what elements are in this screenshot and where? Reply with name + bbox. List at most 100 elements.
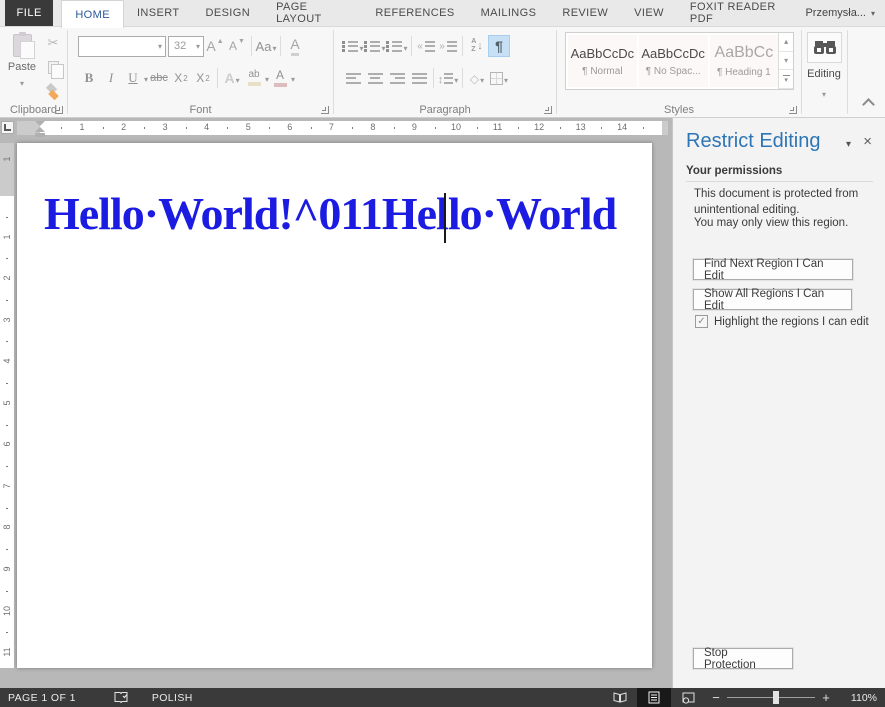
show-hide-formatting-button[interactable]: ¶ xyxy=(488,35,510,57)
proofing-button[interactable] xyxy=(114,691,128,704)
styles-scroll-up-button[interactable] xyxy=(779,33,793,52)
ruler-number: 2 xyxy=(121,122,126,132)
tab-insert[interactable]: INSERT xyxy=(124,0,193,26)
ruler-number: 8 xyxy=(370,122,375,132)
style-heading-1[interactable]: AaBbCc ¶ Heading 1 xyxy=(710,35,779,87)
left-indent-marker[interactable] xyxy=(35,133,45,137)
chevron-down-icon[interactable] xyxy=(822,84,826,101)
align-left-button[interactable] xyxy=(342,67,364,89)
styles-scroll-down-button[interactable] xyxy=(779,52,793,71)
status-bar: PAGE 1 OF 1 POLISH − xyxy=(0,688,885,707)
strikethrough-button[interactable]: abc xyxy=(148,67,170,89)
ruler-number: 4 xyxy=(2,354,12,368)
zoom-out-button[interactable]: − xyxy=(705,690,727,705)
font-dialog-launcher-icon[interactable] xyxy=(321,106,329,114)
chevron-down-icon[interactable] xyxy=(291,69,295,87)
show-all-regions-button[interactable]: Show All Regions I Can Edit xyxy=(693,289,852,310)
style-normal[interactable]: AaBbCcDc ¶ Normal xyxy=(568,35,637,87)
zoom-level[interactable]: 110% xyxy=(837,692,877,704)
highlight-color-button[interactable]: ab xyxy=(243,67,265,89)
pane-options-icon[interactable] xyxy=(846,138,851,150)
align-center-button[interactable] xyxy=(364,67,386,89)
italic-button[interactable]: I xyxy=(100,67,122,89)
web-layout-button[interactable] xyxy=(671,688,705,707)
underline-button[interactable]: U xyxy=(122,67,144,89)
font-size-combo[interactable]: 32 xyxy=(168,36,204,57)
ruler-number: 13 xyxy=(576,122,586,132)
v-ruler[interactable]: 11234567891011 xyxy=(0,143,14,668)
highlight-regions-checkbox[interactable] xyxy=(695,315,708,328)
change-case-button[interactable]: Aa xyxy=(255,35,277,57)
subscript-button[interactable]: X2 xyxy=(170,67,192,89)
group-paragraph: « » AZ↓ ¶ Paragraph xyxy=(334,27,556,118)
copy-button[interactable] xyxy=(42,56,64,78)
chevron-down-icon[interactable] xyxy=(20,73,24,91)
proofing-book-icon xyxy=(114,691,128,704)
shrink-font-button[interactable]: A▼ xyxy=(226,35,248,57)
font-color-button[interactable]: A xyxy=(269,67,291,89)
hanging-indent-marker[interactable] xyxy=(35,127,45,132)
increase-indent-button[interactable]: » xyxy=(437,35,459,57)
print-layout-button[interactable] xyxy=(637,688,671,707)
sort-button[interactable]: AZ↓ xyxy=(466,35,488,57)
bullets-button[interactable] xyxy=(342,35,364,57)
line-spacing-button[interactable] xyxy=(437,67,459,89)
align-right-button[interactable] xyxy=(386,67,408,89)
superscript-button[interactable]: X2 xyxy=(192,67,214,89)
stop-protection-button[interactable]: Stop Protection xyxy=(693,648,793,669)
styles-dialog-launcher-icon[interactable] xyxy=(789,106,797,114)
pane-close-icon[interactable] xyxy=(863,133,872,150)
style-no-spacing[interactable]: AaBbCcDc ¶ No Spac... xyxy=(639,35,708,87)
document-page[interactable]: Hello·World!^011Hello·World xyxy=(17,143,652,668)
tab-foxit-reader-pdf[interactable]: FOXIT READER PDF xyxy=(677,0,806,26)
tab-view[interactable]: VIEW xyxy=(621,0,677,26)
language-indicator[interactable]: POLISH xyxy=(152,692,193,704)
styles-more-button[interactable] xyxy=(779,70,793,89)
view-region-text: You may only view this region. xyxy=(694,217,879,229)
user-account-menu[interactable]: Przemysła... xyxy=(805,0,875,26)
paragraph-group-label: Paragraph xyxy=(334,104,556,116)
text-effects-button[interactable]: A xyxy=(221,67,243,89)
clipboard-dialog-launcher-icon[interactable] xyxy=(55,106,63,114)
cut-button[interactable] xyxy=(42,32,64,54)
bold-button[interactable]: B xyxy=(78,67,100,89)
tab-stop-selector[interactable] xyxy=(1,121,14,134)
tab-references[interactable]: REFERENCES xyxy=(362,0,467,26)
read-mode-button[interactable] xyxy=(603,688,637,707)
borders-button[interactable] xyxy=(488,67,510,89)
ruler-number: 9 xyxy=(2,562,12,576)
shading-icon xyxy=(470,71,479,86)
tab-page-layout[interactable]: PAGE LAYOUT xyxy=(263,0,362,26)
change-case-icon: Aa xyxy=(256,39,272,54)
zoom-slider-thumb[interactable] xyxy=(773,691,779,704)
multilevel-list-button[interactable] xyxy=(386,35,408,57)
tab-mailings[interactable]: MAILINGS xyxy=(468,0,550,26)
tab-review[interactable]: REVIEW xyxy=(549,0,621,26)
tab-file[interactable]: FILE xyxy=(5,0,53,26)
decrease-indent-button[interactable]: « xyxy=(415,35,437,57)
collapse-ribbon-icon[interactable] xyxy=(862,98,875,111)
editing-button[interactable] xyxy=(807,32,842,63)
paste-button[interactable]: Paste xyxy=(6,32,38,108)
ruler-number: 9 xyxy=(412,122,417,132)
grow-font-button[interactable]: A▲ xyxy=(204,35,226,57)
zoom-slider[interactable] xyxy=(727,688,815,707)
chevron-down-icon[interactable] xyxy=(158,40,162,52)
tab-home[interactable]: HOME xyxy=(61,0,124,28)
font-name-combo[interactable] xyxy=(78,36,166,57)
page-indicator[interactable]: PAGE 1 OF 1 xyxy=(8,692,76,704)
zoom-in-button[interactable]: + xyxy=(815,690,837,705)
shading-button[interactable] xyxy=(466,67,488,89)
numbering-button[interactable] xyxy=(364,35,386,57)
find-next-region-button[interactable]: Find Next Region I Can Edit xyxy=(693,259,853,280)
tab-design[interactable]: DESIGN xyxy=(192,0,263,26)
paragraph-dialog-launcher-icon[interactable] xyxy=(544,106,552,114)
format-painter-button[interactable] xyxy=(42,80,64,102)
h-ruler[interactable]: 1234567891011121314 xyxy=(17,121,668,135)
first-line-indent-marker[interactable] xyxy=(35,121,45,126)
clear-formatting-button[interactable]: A xyxy=(284,35,306,57)
ruler-number: 1 xyxy=(2,152,12,166)
justify-button[interactable] xyxy=(408,67,430,89)
text-caret xyxy=(444,193,446,243)
chevron-down-icon[interactable] xyxy=(196,40,200,52)
